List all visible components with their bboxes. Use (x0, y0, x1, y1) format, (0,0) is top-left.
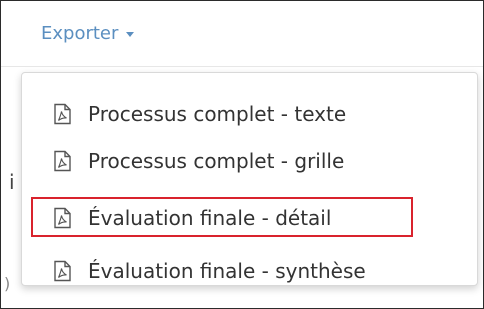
export-item-label: Évaluation finale - synthèse (88, 259, 366, 283)
pdf-icon (54, 150, 71, 172)
export-item-label: Processus complet - grille (88, 149, 345, 173)
export-item-label: Évaluation finale - détail (88, 206, 332, 230)
export-dropdown-label: Exporter (41, 22, 119, 44)
export-item-evaluation-finale-detail[interactable]: Évaluation finale - détail (51, 200, 331, 236)
background-text-fragment: i (9, 170, 15, 194)
export-item-label: Processus complet - texte (88, 102, 347, 126)
export-item-processus-complet-texte[interactable]: Processus complet - texte (51, 96, 346, 132)
background-text-fragment: ) (4, 274, 11, 293)
export-dropdown-menu: Processus complet - texte Processus comp… (21, 72, 478, 286)
pdf-icon (54, 103, 71, 125)
background-divider (1, 66, 483, 67)
pdf-icon (54, 260, 71, 282)
export-dropdown-toggle[interactable]: Exporter (41, 20, 135, 46)
export-item-processus-complet-grille[interactable]: Processus complet - grille (51, 143, 344, 179)
export-item-evaluation-finale-synthese[interactable]: Évaluation finale - synthèse (51, 253, 366, 289)
pdf-icon (54, 207, 71, 229)
caret-down-icon (126, 31, 135, 37)
